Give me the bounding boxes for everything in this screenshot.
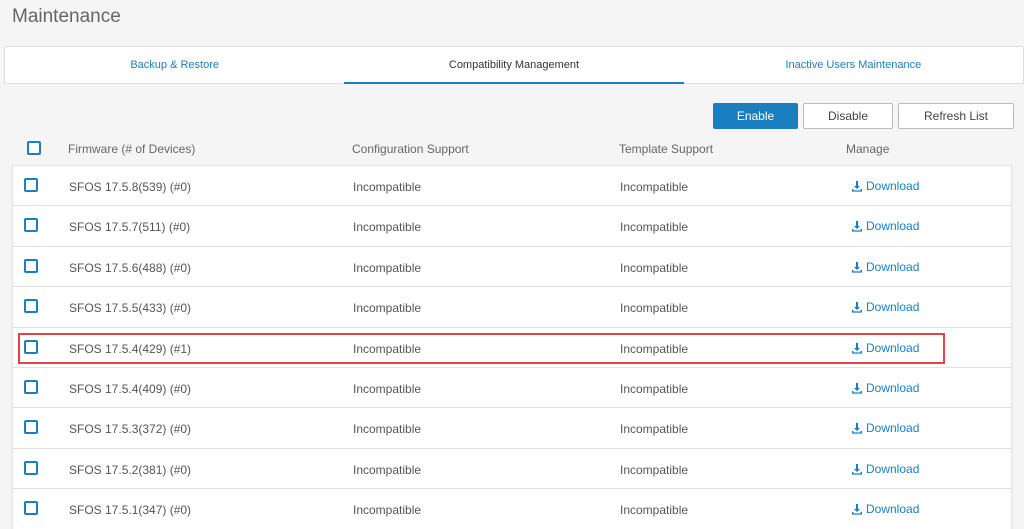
row-checkbox[interactable]: [24, 178, 38, 192]
row-checkbox[interactable]: [24, 501, 38, 516]
configuration-support-cell: Incompatible: [353, 341, 422, 356]
configuration-support-cell: Incompatible: [353, 462, 422, 477]
download-link[interactable]: Download: [851, 179, 919, 193]
configuration-support-cell: Incompatible: [353, 260, 422, 275]
download-icon: [852, 382, 862, 394]
download-icon: [852, 423, 862, 434]
download-link[interactable]: Download: [851, 341, 919, 355]
download-label: Download: [866, 502, 920, 517]
disable-button[interactable]: Disable: [803, 103, 893, 129]
download-link[interactable]: Download: [851, 381, 919, 395]
table-row: SFOS 17.5.4(409) (#0) Incompatible Incompa…: [13, 368, 1011, 409]
configuration-support-cell: Incompatible: [353, 220, 422, 235]
firmware-cell: SFOS 17.5.6(488) (#0): [69, 260, 192, 275]
header-manage: Manage: [846, 142, 890, 156]
download-icon: [852, 221, 862, 232]
download-icon: [852, 181, 862, 192]
download-link[interactable]: Download: [851, 421, 919, 435]
configuration-support-cell: Incompatible: [353, 301, 422, 316]
table-row: SFOS 17.5.8(539) (#0) Incompatible Incompa…: [13, 166, 1011, 207]
download-label: Download: [866, 461, 920, 476]
header-configuration-support: Configuration Support: [352, 142, 469, 156]
download-icon: [852, 302, 862, 313]
tab-bar: Backup & Restore Compatibility Managemen…: [4, 46, 1024, 84]
download-link[interactable]: Download: [851, 219, 919, 233]
row-checkbox[interactable]: [24, 379, 38, 394]
firmware-cell: SFOS 17.5.7(511) (#0): [69, 220, 191, 235]
header-firmware: Firmware (# of Devices): [68, 142, 196, 156]
firmware-cell: SFOS 17.5.4(409) (#0): [69, 381, 192, 396]
row-checkbox[interactable]: [24, 299, 38, 314]
table-row: SFOS 17.5.5(433) (#0) Incompatible Incompa…: [13, 287, 1011, 328]
table-row: SFOS 17.5.4(429) (#1) Incompatible Incompa…: [13, 328, 1011, 368]
template-support-cell: Incompatible: [620, 341, 689, 356]
download-link[interactable]: Download: [851, 502, 919, 516]
table-row: SFOS 17.5.7(511) (#0) Incompatible Incompa…: [13, 206, 1011, 247]
download-label: Download: [866, 340, 920, 355]
row-checkbox[interactable]: [24, 258, 38, 273]
configuration-support-cell: Incompatible: [353, 503, 422, 518]
toolbar: Enable Disable Refresh List: [713, 103, 1014, 129]
download-link[interactable]: Download: [851, 300, 919, 314]
row-checkbox[interactable]: [24, 218, 38, 233]
configuration-support-cell: Incompatible: [353, 180, 422, 194]
download-label: Download: [866, 380, 920, 395]
download-label: Download: [866, 421, 920, 436]
download-link[interactable]: Download: [851, 260, 919, 274]
template-support-cell: Incompatible: [620, 462, 689, 477]
tab-backup-restore[interactable]: Backup & Restore: [5, 47, 344, 83]
download-link[interactable]: Download: [851, 462, 919, 476]
firmware-table: SFOS 17.5.8(539) (#0) Incompatible Incompa…: [12, 165, 1012, 529]
download-label: Download: [866, 300, 920, 315]
template-support-cell: Incompatible: [620, 422, 689, 437]
table-row: SFOS 17.5.3(372) (#0) Incompatible Incompa…: [13, 408, 1011, 449]
firmware-cell: SFOS 17.5.8(539) (#0): [69, 180, 192, 194]
table-header: Firmware (# of Devices) Configuration Su…: [12, 136, 1012, 164]
firmware-cell: SFOS 17.5.5(433) (#0): [69, 301, 192, 316]
table-row: SFOS 17.5.2(381) (#0) Incompatible Incompa…: [13, 449, 1011, 490]
table-row: SFOS 17.5.1(347) (#0) Incompatible Incompa…: [13, 489, 1011, 529]
tab-inactive-users-maintenance[interactable]: Inactive Users Maintenance: [684, 47, 1023, 83]
firmware-cell: SFOS 17.5.4(429) (#1): [69, 341, 192, 356]
template-support-cell: Incompatible: [620, 180, 689, 194]
firmware-cell: SFOS 17.5.2(381) (#0): [69, 462, 192, 477]
row-checkbox[interactable]: [24, 460, 38, 475]
template-support-cell: Incompatible: [620, 220, 689, 235]
enable-button[interactable]: Enable: [713, 103, 798, 129]
download-icon: [852, 504, 862, 515]
row-checkbox[interactable]: [24, 339, 38, 354]
select-all-checkbox[interactable]: [27, 141, 41, 155]
download-icon: [852, 463, 862, 475]
configuration-support-cell: Incompatible: [353, 422, 422, 437]
row-checkbox[interactable]: [24, 420, 38, 435]
template-support-cell: Incompatible: [620, 381, 689, 396]
download-label: Download: [866, 259, 920, 274]
page-title: Maintenance: [12, 6, 121, 27]
refresh-list-button[interactable]: Refresh List: [898, 103, 1014, 129]
configuration-support-cell: Incompatible: [353, 381, 422, 396]
firmware-cell: SFOS 17.5.3(372) (#0): [69, 422, 192, 437]
tab-compatibility-management[interactable]: Compatibility Management: [344, 47, 684, 84]
template-support-cell: Incompatible: [620, 503, 689, 518]
download-label: Download: [866, 219, 920, 234]
firmware-cell: SFOS 17.5.1(347) (#0): [69, 503, 192, 518]
template-support-cell: Incompatible: [620, 260, 689, 275]
template-support-cell: Incompatible: [620, 301, 689, 316]
header-template-support: Template Support: [619, 142, 714, 156]
table-row: SFOS 17.5.6(488) (#0) Incompatible Incompa…: [13, 247, 1011, 288]
download-icon: [852, 261, 862, 273]
download-icon: [852, 342, 862, 354]
download-label: Download: [866, 179, 920, 193]
